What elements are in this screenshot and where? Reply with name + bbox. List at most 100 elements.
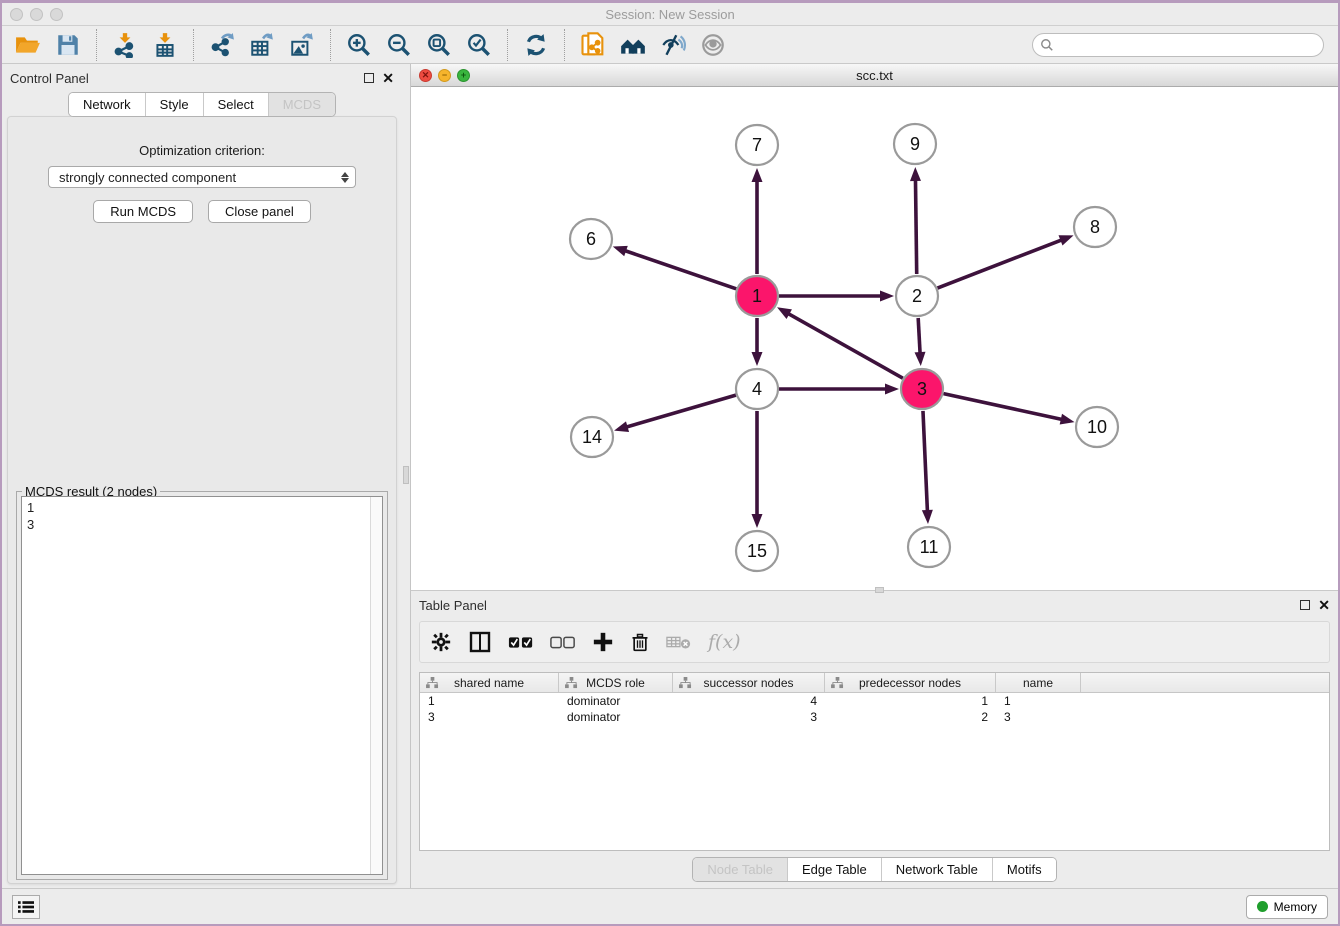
zoom-in-icon: [346, 32, 372, 58]
column-header-mcds-role[interactable]: MCDS role: [559, 673, 673, 692]
toggle-columns-button[interactable]: [468, 630, 492, 654]
horizontal-splitter-grip[interactable]: [875, 587, 884, 593]
cell-mcds-role[interactable]: dominator: [559, 709, 673, 725]
graph-edge-arrowhead: [614, 421, 629, 432]
select-all-button[interactable]: [508, 633, 534, 651]
tab-network[interactable]: Network: [69, 93, 145, 116]
network-close-icon[interactable]: ✕: [419, 69, 432, 82]
save-session-button[interactable]: [50, 29, 86, 61]
graph-node-9[interactable]: 9: [894, 124, 936, 164]
open-file-button[interactable]: [10, 29, 46, 61]
svg-text:1: 1: [752, 286, 762, 306]
graph-node-3[interactable]: 3: [901, 369, 943, 409]
criterion-select[interactable]: strongly connected component: [48, 166, 356, 188]
clone-network-button[interactable]: [575, 29, 611, 61]
cell-predecessor-nodes[interactable]: 2: [825, 709, 996, 725]
splitter-grip[interactable]: [403, 466, 409, 484]
column-header-name[interactable]: name: [996, 673, 1081, 692]
mcds-result-text[interactable]: 1 3: [21, 496, 383, 875]
tab-style[interactable]: Style: [145, 93, 203, 116]
memory-button[interactable]: Memory: [1246, 895, 1328, 919]
cell-successor-nodes[interactable]: 3: [673, 709, 825, 725]
graph-edge-arrowhead: [1059, 235, 1074, 245]
zoom-out-button[interactable]: [381, 29, 417, 61]
close-table-panel-icon[interactable]: ✕: [1318, 598, 1330, 612]
network-minimize-icon[interactable]: −: [438, 69, 451, 82]
cell-name[interactable]: 1: [996, 693, 1081, 709]
graph-node-6[interactable]: 6: [570, 219, 612, 259]
zoom-in-button[interactable]: [341, 29, 377, 61]
graph-edge-3-10[interactable]: [943, 394, 1062, 420]
delete-column-button[interactable]: [630, 631, 650, 653]
export-network-button[interactable]: [204, 29, 240, 61]
zoom-selected-button[interactable]: [461, 29, 497, 61]
result-scrollbar[interactable]: [370, 497, 382, 874]
add-column-button[interactable]: [592, 631, 614, 653]
function-builder-button[interactable]: f(x): [708, 631, 741, 653]
cell-predecessor-nodes[interactable]: 1: [825, 693, 996, 709]
cell-name[interactable]: 3: [996, 709, 1081, 725]
svg-text:15: 15: [747, 541, 767, 561]
hide-graphics-details-button[interactable]: [655, 29, 691, 61]
deselect-all-button[interactable]: [550, 633, 576, 651]
run-mcds-button[interactable]: Run MCDS: [93, 200, 193, 223]
network-maximize-icon[interactable]: +: [457, 69, 470, 82]
tab-mcds[interactable]: MCDS: [268, 93, 335, 116]
graph-edge-2-8[interactable]: [938, 240, 1063, 288]
float-panel-icon[interactable]: [364, 73, 374, 83]
cell-successor-nodes[interactable]: 4: [673, 693, 825, 709]
tab-node-table[interactable]: Node Table: [693, 858, 787, 881]
vertical-splitter[interactable]: [402, 64, 410, 888]
delete-table-button[interactable]: [666, 633, 692, 651]
close-panel-icon[interactable]: ✕: [382, 71, 394, 85]
graph-edge-2-9[interactable]: [915, 179, 916, 274]
cell-shared-name[interactable]: 1: [420, 693, 559, 709]
export-network-icon: [209, 32, 235, 58]
graph-node-7[interactable]: 7: [736, 125, 778, 165]
column-header-predecessor-nodes[interactable]: predecessor nodes: [825, 673, 996, 692]
graph-edge-4-14[interactable]: [626, 395, 736, 427]
graph-node-14[interactable]: 14: [571, 417, 613, 457]
network-canvas[interactable]: 7 9 6 8 1 2 4 3 14 10 15 11: [411, 87, 1338, 590]
graph-node-4[interactable]: 4: [736, 369, 778, 409]
graph-node-1[interactable]: 1: [736, 276, 778, 316]
export-image-button[interactable]: [284, 29, 320, 61]
tab-motifs[interactable]: Motifs: [992, 858, 1056, 881]
graph-node-15[interactable]: 15: [736, 531, 778, 571]
control-panel: Control Panel ✕ Network Style Select MCD…: [2, 64, 402, 888]
float-table-panel-icon[interactable]: [1300, 600, 1310, 610]
show-graphics-details-button[interactable]: [695, 29, 731, 61]
optimization-criterion-label: Optimization criterion:: [8, 143, 396, 158]
graph-edge-3-11[interactable]: [923, 411, 927, 512]
graph-node-2[interactable]: 2: [896, 276, 938, 316]
show-all-networks-button[interactable]: [615, 29, 651, 61]
import-table-button[interactable]: [147, 29, 183, 61]
import-network-button[interactable]: [107, 29, 143, 61]
zoom-out-icon: [386, 32, 412, 58]
graph-edge-1-6[interactable]: [624, 250, 736, 288]
hierarchy-icon: [831, 677, 844, 689]
refresh-button[interactable]: [518, 29, 554, 61]
search-input[interactable]: [1032, 33, 1324, 57]
column-header-shared-name[interactable]: shared name: [420, 673, 559, 692]
graph-node-8[interactable]: 8: [1074, 207, 1116, 247]
zoom-fit-button[interactable]: [421, 29, 457, 61]
tab-select[interactable]: Select: [203, 93, 268, 116]
graph-edge-3-1[interactable]: [787, 313, 902, 378]
graph-node-11[interactable]: 11: [908, 527, 950, 567]
tab-network-table[interactable]: Network Table: [881, 858, 992, 881]
column-header-successor-nodes[interactable]: successor nodes: [673, 673, 825, 692]
close-panel-button[interactable]: Close panel: [208, 200, 311, 223]
graph-node-10[interactable]: 10: [1076, 407, 1118, 447]
table-settings-button[interactable]: [430, 631, 452, 653]
cell-shared-name[interactable]: 3: [420, 709, 559, 725]
table-panel: Table Panel ✕: [410, 590, 1338, 888]
network-window-controls[interactable]: ✕ − +: [419, 69, 470, 82]
graph-edge-2-3[interactable]: [918, 318, 920, 354]
cell-mcds-role[interactable]: dominator: [559, 693, 673, 709]
table-row[interactable]: 1 dominator 4 1 1: [420, 693, 1329, 709]
table-row[interactable]: 3 dominator 3 2 3: [420, 709, 1329, 725]
export-table-button[interactable]: [244, 29, 280, 61]
task-history-button[interactable]: [12, 895, 40, 919]
tab-edge-table[interactable]: Edge Table: [787, 858, 881, 881]
